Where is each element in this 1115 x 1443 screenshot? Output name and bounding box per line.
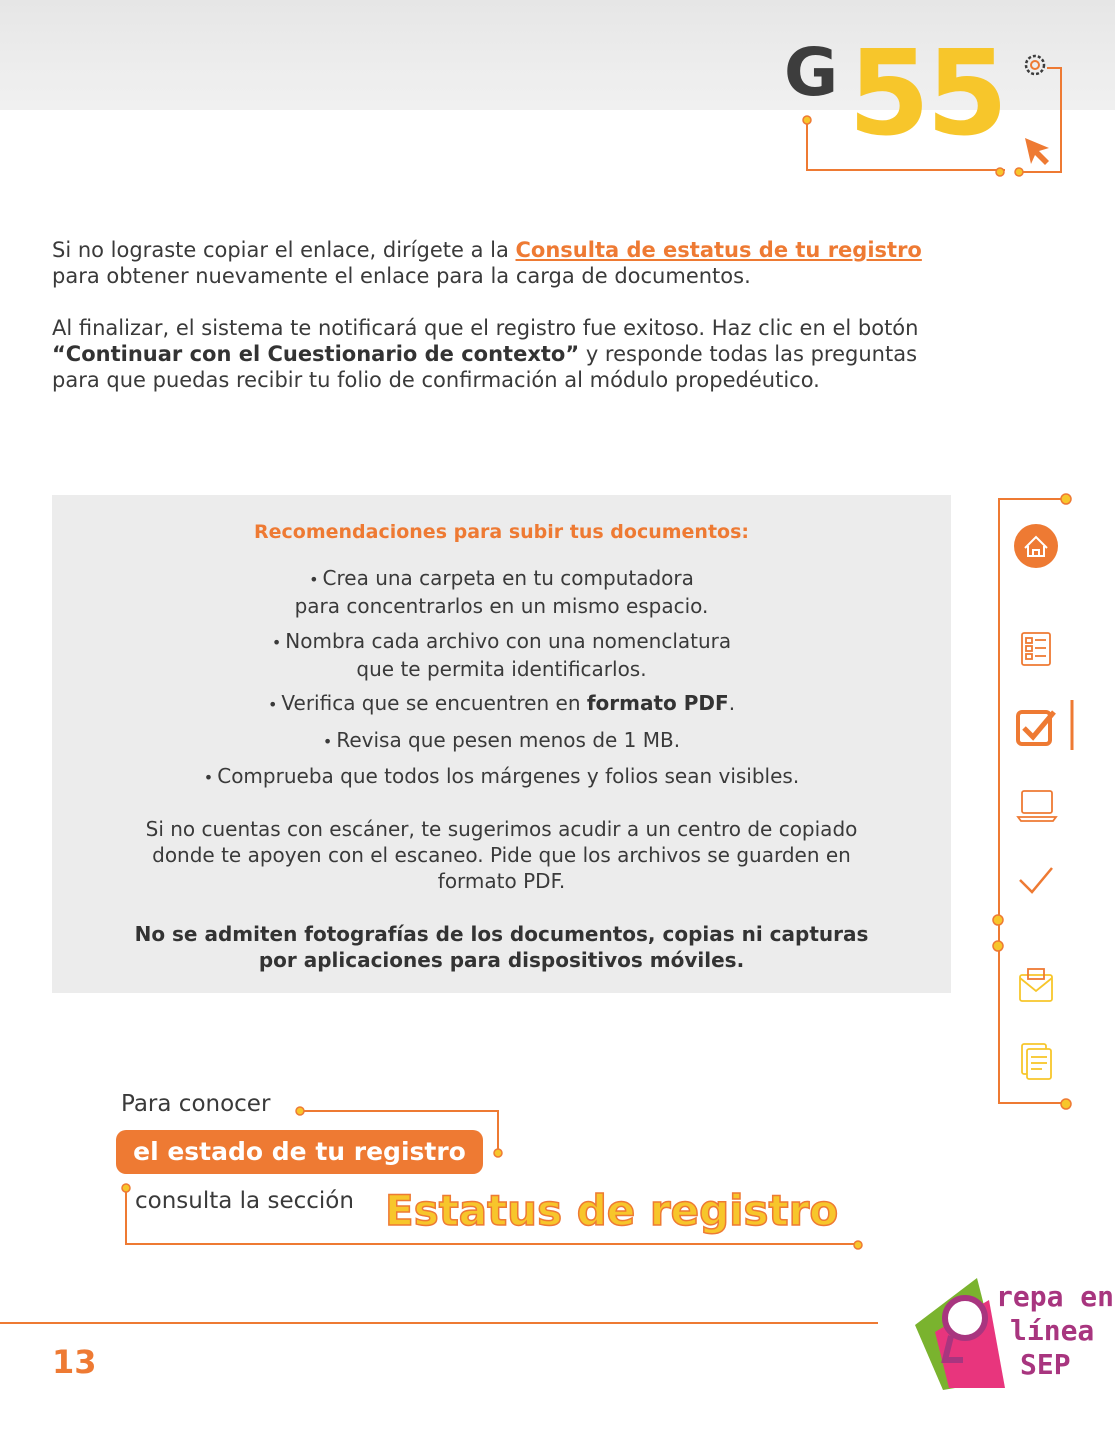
status-section-highlight: Estatus de registro <box>384 1185 839 1236</box>
callout-line-3: consulta la sección <box>135 1188 354 1214</box>
recommendation-item: • Verifica que se encuentren en formato P… <box>267 691 736 715</box>
recommendation-item: • Crea una carpeta en tu computadora para… <box>294 566 709 618</box>
scanner-note: Si no cuentas con escáner, te sugerimos … <box>145 817 858 893</box>
logo-line-3: SEP <box>1020 1348 1071 1381</box>
logo-line-2: línea <box>1010 1314 1095 1347</box>
recommendation-item: • Comprueba que todos los márgenes y foli… <box>203 764 800 788</box>
recommendation-item: • Revisa que pesen menos de 1 MB. <box>322 728 681 752</box>
registration-status-pill: el estado de tu registro <box>116 1130 483 1174</box>
check-icon[interactable] <box>1019 867 1053 894</box>
intro-paragraph-2: Al finalizar, el sistema te notificará q… <box>52 316 919 392</box>
callout-line-1: Para conocer <box>121 1091 271 1117</box>
callout-lines <box>121 1106 863 1250</box>
mail-icon[interactable] <box>1019 968 1053 1002</box>
page-number: 13 <box>52 1343 97 1381</box>
badge-decoration <box>802 54 1062 177</box>
photo-warning: No se admiten fotografías de los documen… <box>134 922 869 972</box>
intro-paragraph-1: Si no lograste copiar el enlace, diríget… <box>52 238 922 288</box>
status-consult-link[interactable]: Consulta de estatus de tu registro <box>516 238 922 262</box>
documents-icon[interactable] <box>1021 1043 1052 1080</box>
recommendations-title: Recomendaciones para subir tus documento… <box>253 521 750 543</box>
continue-button-name: “Continuar con el Cuestionario de contex… <box>52 342 580 366</box>
laptop-icon[interactable] <box>1016 790 1058 822</box>
cursor-arrow-icon <box>1025 138 1049 165</box>
gear-icon <box>1024 54 1046 76</box>
home-icon[interactable] <box>1014 524 1058 568</box>
checkbox-icon[interactable] <box>1016 700 1074 750</box>
recommendation-item: • Nombra cada archivo con una nomenclatur… <box>271 629 732 681</box>
footer-divider <box>0 1322 878 1324</box>
form-icon[interactable] <box>1021 632 1051 666</box>
sidebar-nav <box>992 493 1074 1110</box>
logo-line-1: repa en <box>996 1280 1115 1313</box>
